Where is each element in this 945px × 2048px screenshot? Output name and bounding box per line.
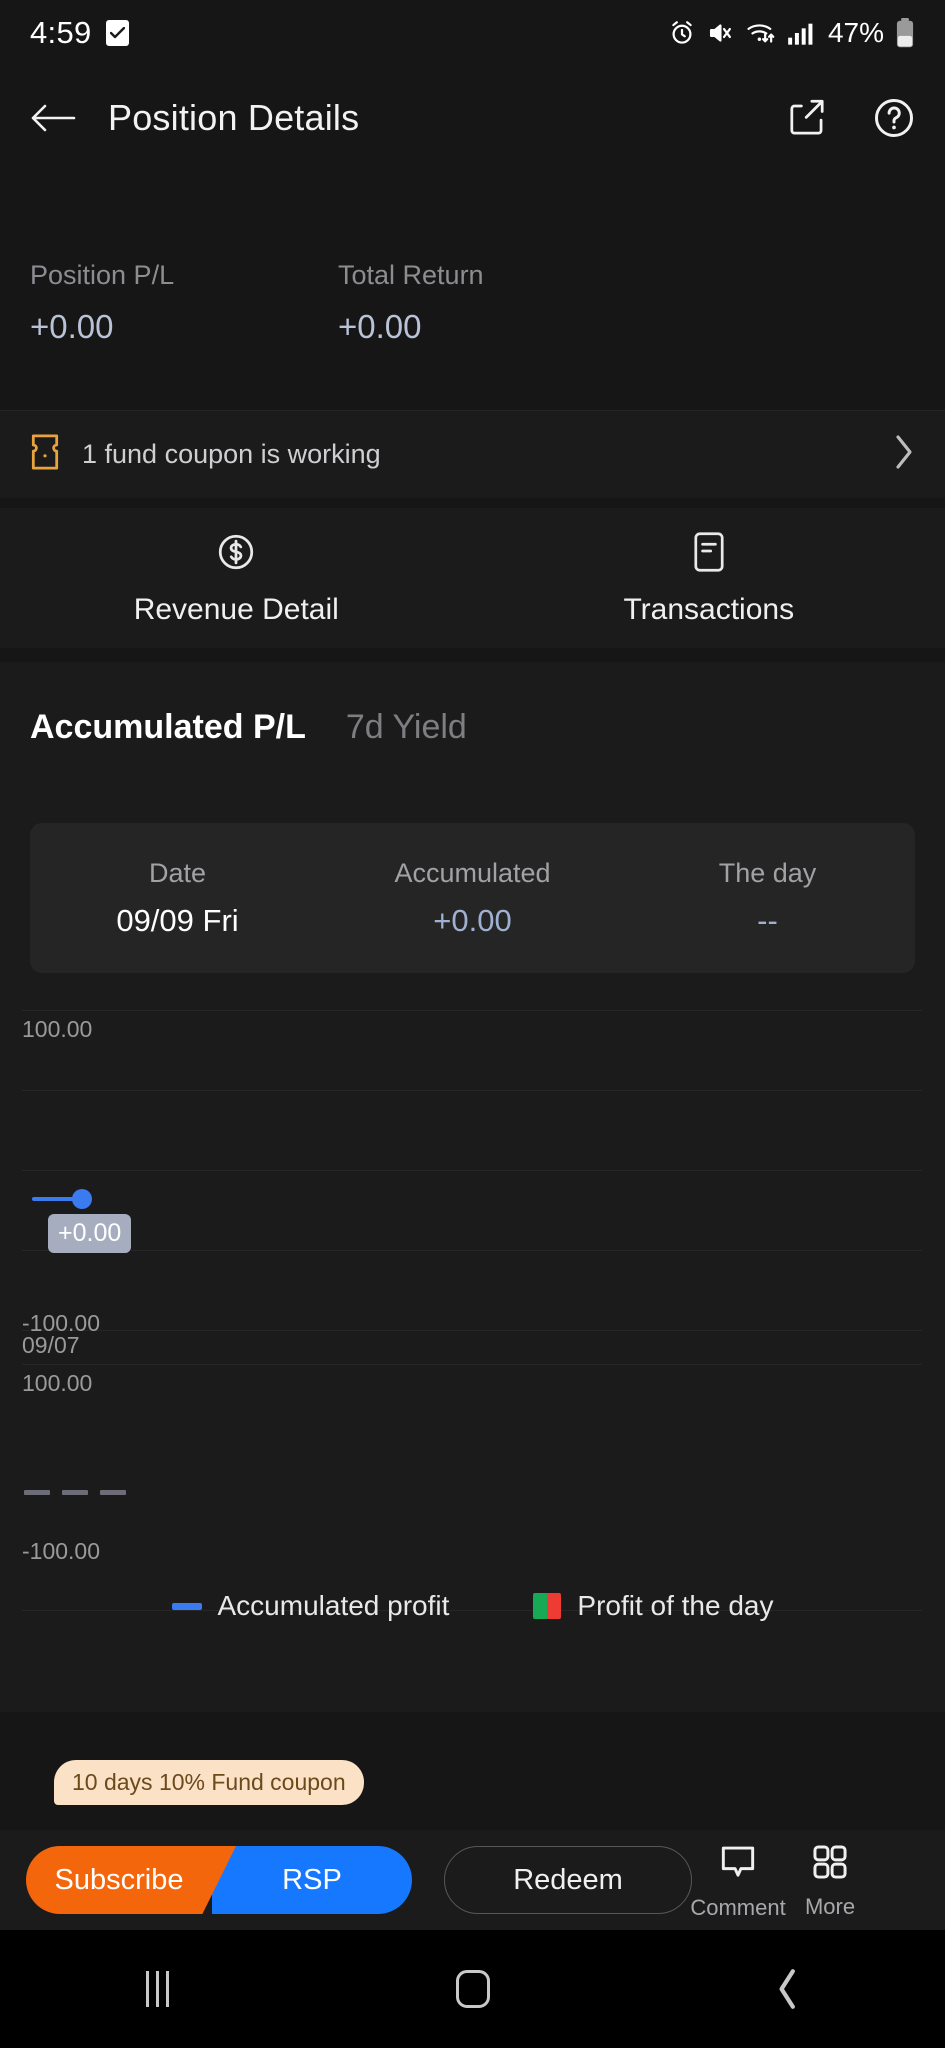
battery-percent-label: 47% <box>827 17 884 48</box>
card-column-date: Date 09/09 Fri <box>30 858 325 939</box>
legend-label: Accumulated profit <box>217 1590 450 1621</box>
bottom-action-bar: Subscribe RSP Redeem Comment More <box>0 1830 945 1930</box>
redeem-button[interactable]: Redeem <box>444 1846 692 1914</box>
document-icon <box>689 530 729 579</box>
wifi-icon <box>746 19 776 47</box>
signal-icon <box>787 20 815 46</box>
y-axis-tick-bottom-lower: -100.00 <box>22 1538 101 1564</box>
checkbox-icon <box>105 20 129 46</box>
chart-panel: Accumulated P/L 7d Yield Date 09/09 Fri … <box>0 662 945 1712</box>
coupon-tooltip: 10 days 10% Fund coupon <box>54 1760 364 1805</box>
gridline <box>22 1250 922 1251</box>
y-axis-tick-top-upper: 100.00 <box>22 1016 93 1042</box>
gridline <box>22 1010 922 1011</box>
alarm-icon <box>668 19 696 47</box>
entry-label: Revenue Detail <box>133 592 339 626</box>
app-root: 4:59 47% Position Details Position P/L +… <box>0 0 945 2048</box>
mute-vibrate-icon <box>707 19 735 47</box>
coupon-banner-text: 1 fund coupon is working <box>82 439 381 469</box>
summary-item-position-pl: Position P/L +0.00 <box>30 258 338 410</box>
entry-buttons: Revenue Detail Transactions <box>0 508 945 648</box>
card-value: -- <box>757 902 778 938</box>
status-bar: 4:59 47% <box>0 0 945 66</box>
more-grid-icon <box>808 1841 852 1888</box>
status-bar-left: 4:59 <box>30 15 129 51</box>
cta-group: Subscribe RSP <box>26 1846 412 1914</box>
dollar-circle-icon <box>214 530 258 579</box>
share-icon[interactable] <box>787 97 827 139</box>
summary-item-total-return: Total Return +0.00 <box>338 258 646 410</box>
card-column-accumulated: Accumulated +0.00 <box>325 858 620 939</box>
chart-area[interactable]: 100.00 -100.00 +0.00 09/07 100.00 -100.0… <box>0 992 945 1652</box>
entry-transactions[interactable]: Transactions <box>473 508 945 648</box>
chart-data-card: Date 09/09 Fri Accumulated +0.00 The day… <box>30 823 915 973</box>
card-value: 09/09 Fri <box>116 902 239 938</box>
status-bar-right: 47% <box>668 17 915 49</box>
arrow-left-icon[interactable] <box>30 101 76 135</box>
home-icon[interactable] <box>315 1970 630 2008</box>
legend-split-square-marker <box>533 1593 562 1619</box>
position-summary: Position P/L +0.00 Total Return +0.00 <box>0 258 945 410</box>
coupon-banner[interactable]: 1 fund coupon is working <box>0 410 945 498</box>
status-bar-clock: 4:59 <box>30 15 92 50</box>
card-header: Date <box>148 857 207 888</box>
summary-label: Position P/L <box>30 260 175 290</box>
battery-icon <box>895 18 915 48</box>
gridline <box>22 1330 922 1331</box>
legend-item-accumulated-profit: Accumulated profit <box>171 1590 450 1622</box>
entry-revenue-detail[interactable]: Revenue Detail <box>0 508 473 648</box>
summary-label: Total Return <box>338 260 484 290</box>
back-icon[interactable] <box>630 1968 945 2010</box>
coupon-ticket-icon <box>30 433 60 476</box>
legend-item-profit-of-the-day: Profit of the day <box>533 1590 774 1622</box>
tab-7d-yield[interactable]: 7d Yield <box>346 708 467 747</box>
tab-accumulated-pl[interactable]: Accumulated P/L <box>30 708 306 747</box>
chart-legend: Accumulated profit Profit of the day <box>0 1590 945 1622</box>
card-column-the-day: The day -- <box>620 858 915 939</box>
zero-baseline-dashed <box>24 1482 138 1495</box>
accumulated-profit-point[interactable] <box>72 1189 92 1209</box>
card-header: Accumulated <box>394 857 551 888</box>
gridline <box>22 1170 922 1171</box>
legend-line-marker <box>171 1602 202 1610</box>
comment-button[interactable]: Comment <box>690 1840 786 1921</box>
header-actions <box>787 97 915 139</box>
comment-bubble-icon <box>715 1840 761 1889</box>
gridline <box>22 1364 922 1365</box>
more-button[interactable]: More <box>784 1841 876 1920</box>
entry-label: Transactions <box>623 592 795 626</box>
y-axis-tick-top-lower: 100.00 <box>22 1370 93 1396</box>
android-nav-bar <box>0 1930 945 2048</box>
subscribe-button[interactable]: Subscribe <box>26 1846 236 1914</box>
card-value: +0.00 <box>433 902 512 938</box>
chevron-right-icon[interactable] <box>893 434 915 475</box>
page-header: Position Details <box>0 66 945 170</box>
comment-label: Comment <box>690 1894 786 1920</box>
x-axis-tick-label: 09/07 <box>22 1332 80 1358</box>
rsp-button[interactable]: RSP <box>212 1846 412 1914</box>
recents-icon[interactable] <box>0 1971 315 2007</box>
legend-label: Profit of the day <box>577 1590 774 1621</box>
chart-point-tooltip: +0.00 <box>48 1214 132 1253</box>
summary-value: +0.00 <box>338 308 422 345</box>
gridline <box>22 1090 922 1091</box>
page-title: Position Details <box>108 97 360 138</box>
summary-value: +0.00 <box>30 308 114 345</box>
help-circle-icon[interactable] <box>873 97 915 139</box>
card-header: The day <box>718 857 817 888</box>
more-label: More <box>804 1893 856 1919</box>
chart-tabs: Accumulated P/L 7d Yield <box>0 662 945 747</box>
